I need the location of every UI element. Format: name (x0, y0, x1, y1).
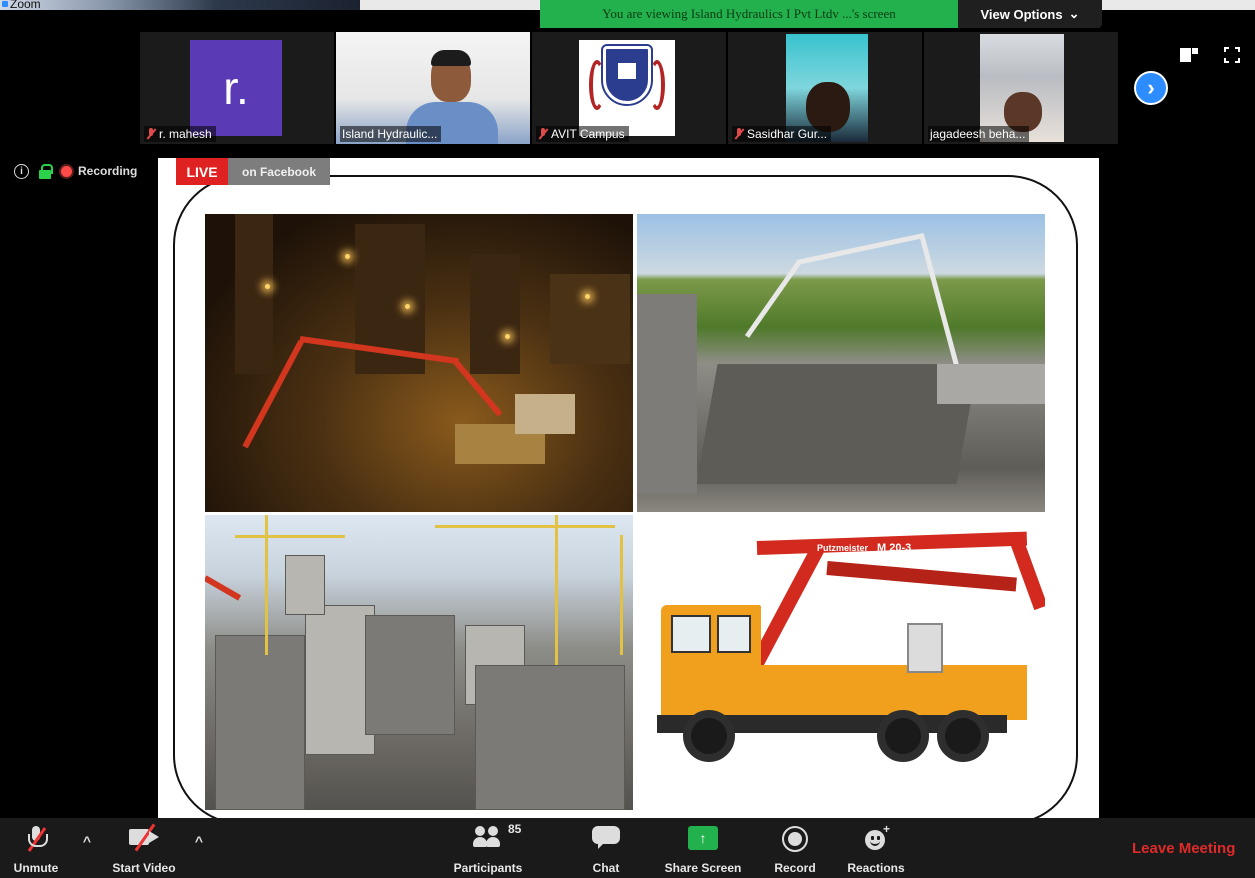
participants-label: Participants (453, 861, 523, 875)
start-video-button[interactable]: Start Video (104, 818, 184, 878)
live-platform-badge[interactable]: on Facebook (228, 158, 330, 185)
zoom-app-icon (2, 1, 8, 7)
fullscreen-icon[interactable] (1224, 47, 1240, 63)
reactions-icon: + (863, 822, 890, 852)
leave-meeting-button[interactable]: Leave Meeting (1132, 840, 1235, 857)
reactions-label: Reactions (847, 861, 905, 875)
layout-toggle-icon[interactable] (1180, 48, 1198, 62)
start-video-label: Start Video (112, 861, 176, 875)
participants-count: 85 (508, 822, 522, 836)
participant-name-tag: jagadeesh beha... (928, 126, 1030, 142)
participant-name: r. mahesh (159, 127, 212, 141)
chat-icon (592, 826, 620, 850)
shield-building (618, 63, 636, 79)
recording-label: Recording (78, 164, 138, 178)
avatar: r. (190, 40, 282, 136)
night-construction-pump-image (205, 214, 633, 512)
next-page-button[interactable]: › (1134, 71, 1168, 105)
recording-icon (61, 165, 72, 177)
share-banner-text: You are viewing Island Hydraulics I Pvt … (602, 6, 896, 21)
shared-screen: Putzmeister M 20-3 (158, 158, 1099, 818)
meeting-toolbar: Unmute ^ Start Video ^ Participants 85 C… (0, 818, 1255, 878)
mic-muted-icon (25, 826, 48, 852)
participants-icon (473, 826, 503, 848)
chevron-down-icon: ⌄ (1068, 6, 1080, 21)
title-gradient (0, 0, 360, 10)
participant-name-tag: Island Hydraulic... (340, 126, 442, 142)
share-arrow-glyph: ↑ (699, 830, 707, 846)
app-title: Zoom (10, 0, 41, 11)
mic-muted-icon (146, 128, 156, 140)
share-screen-label: Share Screen (664, 861, 742, 875)
audio-options-caret[interactable]: ^ (80, 834, 94, 848)
boom-model-text: M 20-3 (877, 542, 912, 554)
info-icon[interactable]: i (14, 163, 29, 179)
chevron-right-icon: › (1147, 75, 1155, 100)
unmute-button[interactable]: Unmute (4, 818, 68, 878)
mic-muted-icon (538, 128, 548, 140)
lock-icon[interactable] (39, 163, 53, 179)
share-screen-icon: ↑ (688, 826, 718, 850)
participant-name: AVIT Campus (551, 127, 625, 141)
high-rise-construction-site-image (205, 515, 633, 810)
participant-name-tag: r. mahesh (144, 126, 216, 142)
view-options-label: View Options (980, 6, 1063, 22)
participant-name: Island Hydraulic... (342, 127, 438, 141)
avit-logo (579, 40, 675, 136)
person-face (806, 82, 850, 132)
participant-name-tag: Sasidhar Gur... (732, 126, 832, 142)
live-label: LIVE (186, 163, 218, 180)
meeting-status-row: i Recording (14, 162, 137, 180)
shield-icon (601, 44, 653, 106)
video-off-icon (129, 823, 159, 852)
video-options-caret[interactable]: ^ (192, 834, 206, 848)
avatar-letter: r. (223, 62, 249, 114)
unmute-label: Unmute (13, 861, 59, 875)
reactions-button[interactable]: + Reactions (840, 818, 912, 878)
record-button[interactable]: Record (768, 818, 822, 878)
bridge-deck-pump-image (637, 214, 1045, 512)
person-hair (431, 50, 471, 66)
participant-tile-jagadeesh[interactable]: jagadeesh beha... (924, 32, 1118, 144)
concrete-pump-truck-image: Putzmeister M 20-3 (637, 515, 1045, 810)
participant-tile-r-mahesh[interactable]: r. r. mahesh (140, 32, 334, 144)
record-label: Record (774, 861, 816, 875)
share-screen-button[interactable]: ↑ Share Screen (658, 818, 748, 878)
info-glyph: i (20, 165, 23, 177)
participant-name: jagadeesh beha... (930, 127, 1026, 141)
screen-share-banner: You are viewing Island Hydraulics I Pvt … (540, 0, 958, 28)
gallery-strip: r. r. mahesh Island Hydraulic... AVIT Ca… (140, 32, 1118, 144)
mic-muted-icon (734, 128, 744, 140)
live-badge[interactable]: LIVE (176, 158, 228, 185)
participant-tile-sasidhar[interactable]: Sasidhar Gur... (728, 32, 922, 144)
reactions-plus: + (883, 822, 891, 836)
participant-name-tag: AVIT Campus (536, 126, 629, 142)
laurel-right (649, 60, 665, 110)
view-options-button[interactable]: View Options ⌄ (958, 0, 1102, 28)
chat-label: Chat (592, 861, 620, 875)
record-icon (782, 826, 808, 852)
chat-button[interactable]: Chat (586, 818, 626, 878)
participant-name: Sasidhar Gur... (747, 127, 828, 141)
live-platform-label: on Facebook (241, 164, 316, 179)
participant-tile-avit-campus[interactable]: AVIT Campus (532, 32, 726, 144)
participant-tile-island-hydraulics[interactable]: Island Hydraulic... (336, 32, 530, 144)
boom-brand-text: Putzmeister (817, 543, 869, 553)
